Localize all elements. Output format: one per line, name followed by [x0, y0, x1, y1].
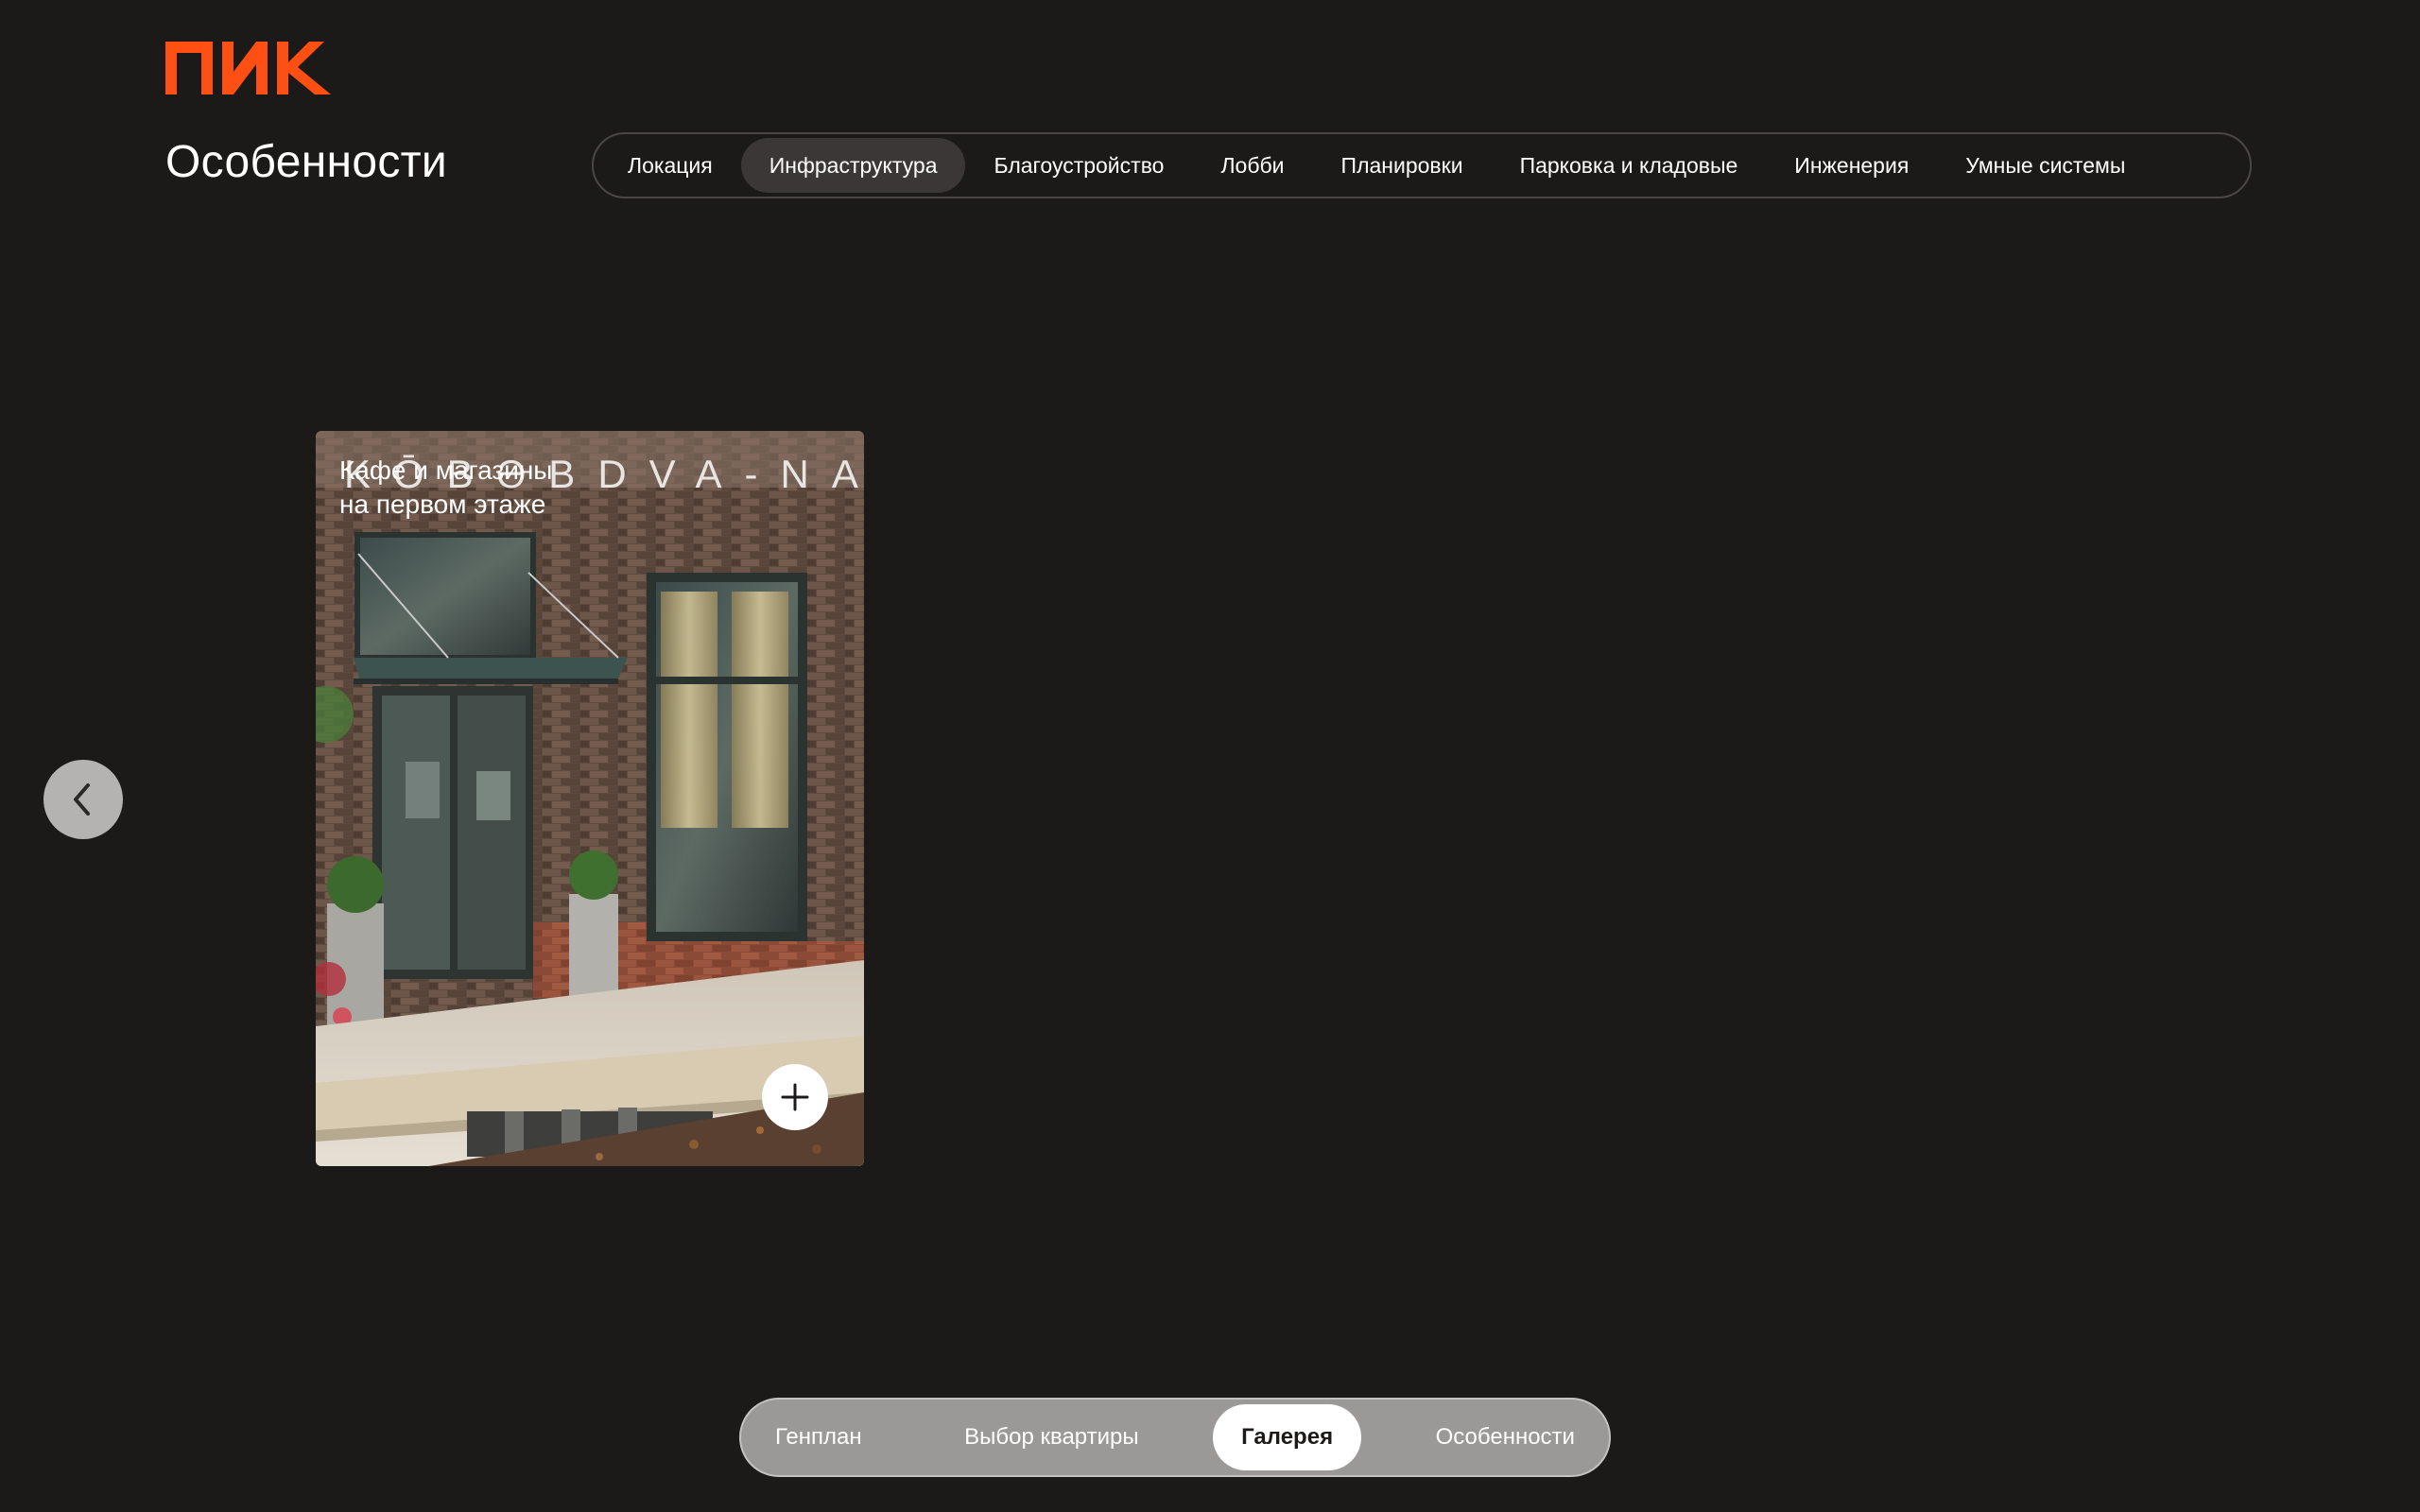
tab-smart-systems[interactable]: Умные системы: [1937, 138, 2153, 193]
card-caption-line-1: Кафе и магазины: [339, 455, 553, 485]
card-caption: Кафе и магазины на первом этаже: [339, 454, 623, 522]
bottom-nav: Генплан Выбор квартиры Галерея Особеннос…: [739, 1398, 1611, 1477]
page-title: Особенности: [165, 137, 448, 187]
chevron-left-icon: [74, 783, 90, 816]
tab-parking-storage[interactable]: Парковка и кладовые: [1492, 138, 1767, 193]
storefront-photo: KŌBƏBDVA-NAIL: [316, 431, 864, 1166]
tab-location[interactable]: Локация: [599, 138, 741, 193]
features-tabs: Локация Инфраструктура Благоустройство Л…: [592, 132, 2252, 198]
tab-lobby[interactable]: Лобби: [1192, 138, 1312, 193]
tab-layouts[interactable]: Планировки: [1313, 138, 1492, 193]
bottom-nav-apartment-select[interactable]: Выбор квартиры: [936, 1404, 1167, 1470]
card-expand-button[interactable]: [762, 1064, 828, 1130]
bottom-nav-gallery[interactable]: Галерея: [1213, 1404, 1362, 1470]
gallery-card[interactable]: KŌBƏBDVA-NAIL Кафе и магазины на первом …: [316, 431, 864, 1166]
card-caption-line-2: на первом этаже: [339, 490, 546, 519]
plus-icon: [781, 1083, 809, 1111]
tab-infrastructure[interactable]: Инфраструктура: [740, 138, 966, 193]
pik-logo-mark: [165, 42, 331, 94]
tab-engineering[interactable]: Инженерия: [1766, 138, 1937, 193]
tab-landscaping[interactable]: Благоустройство: [965, 138, 1192, 193]
bottom-nav-features[interactable]: Особенности: [1408, 1404, 1603, 1470]
bottom-nav-masterplan[interactable]: Генплан: [747, 1404, 890, 1470]
gallery-prev-button[interactable]: [43, 760, 123, 839]
pik-logo[interactable]: [165, 42, 331, 94]
